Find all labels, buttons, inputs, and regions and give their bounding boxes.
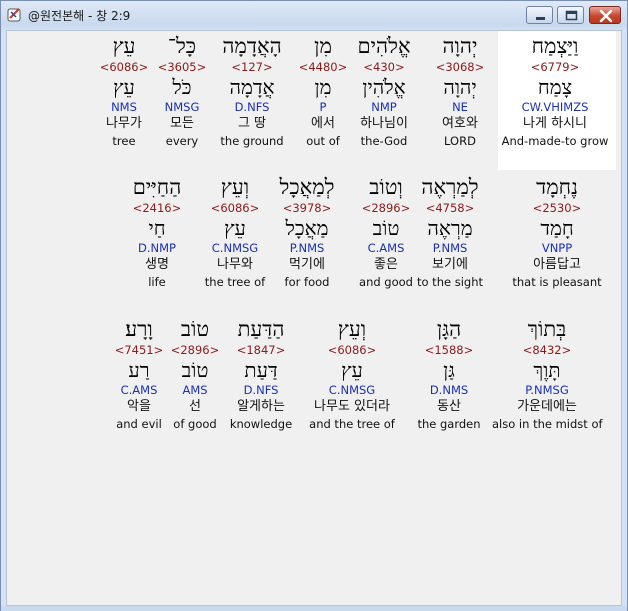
word-cell[interactable]: הַחַיִּים <2416> חַי D.NMP 생명 life (102, 174, 212, 290)
window-bottom-border (1, 606, 627, 611)
parsing-code: NMS (111, 100, 137, 114)
maximize-button[interactable] (557, 6, 584, 24)
strong-number: <8432> (522, 343, 572, 357)
parsing-code: C.AMS (120, 383, 158, 397)
parsing-code: P.NMSG (525, 383, 569, 397)
english-gloss: life (148, 275, 166, 289)
english-gloss: and evil (116, 417, 162, 431)
english-gloss: that is pleasant (512, 275, 602, 289)
english-gloss: And-made-to grow (501, 134, 609, 148)
strong-number: <6086> (99, 60, 149, 74)
english-gloss: the garden (417, 417, 481, 431)
minimize-icon (536, 17, 545, 20)
maximize-icon (565, 10, 578, 21)
close-icon (599, 9, 613, 23)
korean-gloss: 아름답고 (533, 257, 581, 272)
hebrew-lemma: תָּוֶךְ (533, 358, 561, 382)
hebrew-lemma: עֵץ (113, 75, 135, 99)
korean-gloss: 나무가 (106, 116, 142, 131)
interlinear-panel: וַיַּצְמַח <6779> צָמַח CW.VHIMZS 나게 하시니 And-… (6, 30, 622, 606)
hebrew-word: הַגָּן (436, 317, 462, 341)
korean-gloss: 생명 (145, 257, 169, 272)
hebrew-lemma: חָמַד (540, 216, 574, 240)
hebrew-lemma: צָמַח (537, 75, 573, 99)
hebrew-lemma: חַי (148, 216, 166, 240)
korean-gloss: 가운데에는 (517, 399, 577, 414)
hebrew-word: עֵץ (112, 34, 136, 58)
hebrew-word: בְּתוֹךְ (527, 317, 567, 341)
parsing-code: CW.VHIMZS (521, 100, 589, 114)
bible-app-icon (7, 8, 21, 22)
korean-gloss: 동산 (437, 399, 461, 414)
parsing-code: D.NMP (138, 241, 176, 255)
close-button[interactable] (589, 6, 621, 24)
korean-gloss: 나게 하시니 (523, 116, 587, 131)
strong-number: <2530> (532, 201, 582, 215)
parsing-code: D.NMS (429, 383, 469, 397)
hebrew-word: נֶחְמָד (536, 175, 578, 199)
strong-number: <2416> (132, 201, 182, 215)
parsing-code: VNPP (541, 241, 573, 255)
hebrew-lemma: רַע (128, 358, 150, 382)
word-cell[interactable]: הַגָּן <1588> גַּן D.NMS 동산 the garden (394, 316, 504, 432)
window-title: @원전본해 - 창 2:9 (28, 9, 131, 23)
korean-gloss: 악을 (127, 399, 151, 414)
word-cell[interactable]: בְּתוֹךְ <8432> תָּוֶךְ P.NMSG 가운데에는 also in … (492, 316, 603, 432)
hebrew-word: וָרָע׃ (125, 317, 153, 341)
strong-number: <7451> (114, 343, 164, 357)
word-cell[interactable]: וַיַּצְמַח <6779> צָמַח CW.VHIMZS 나게 하시니 And-… (500, 33, 610, 149)
word-cell[interactable]: נֶחְמָד <2530> חָמַד VNPP 아름답고 that is pleasa… (502, 174, 612, 290)
hebrew-word: הַחַיִּים (132, 175, 182, 199)
strong-number: <6779> (530, 60, 580, 74)
english-gloss: also in the midst of (492, 417, 603, 431)
app-window: @원전본해 - 창 2:9 וַיַּצְמַח <6779> צָמַח CW.VH… (0, 0, 628, 611)
hebrew-lemma: גַּן (443, 358, 455, 382)
strong-number: <1588> (424, 343, 474, 357)
word-cell[interactable]: וָרָע׃ <7451> רַע C.AMS 악을 and evil (84, 316, 194, 432)
hebrew-word: וַיַּצְמַח (531, 34, 579, 58)
word-cell[interactable]: עֵץ <6086> עֵץ NMS 나무가 tree (69, 33, 179, 149)
english-gloss: tree (112, 134, 136, 148)
title-bar[interactable]: @원전본해 - 창 2:9 (1, 1, 627, 29)
minimize-button[interactable] (526, 6, 553, 24)
